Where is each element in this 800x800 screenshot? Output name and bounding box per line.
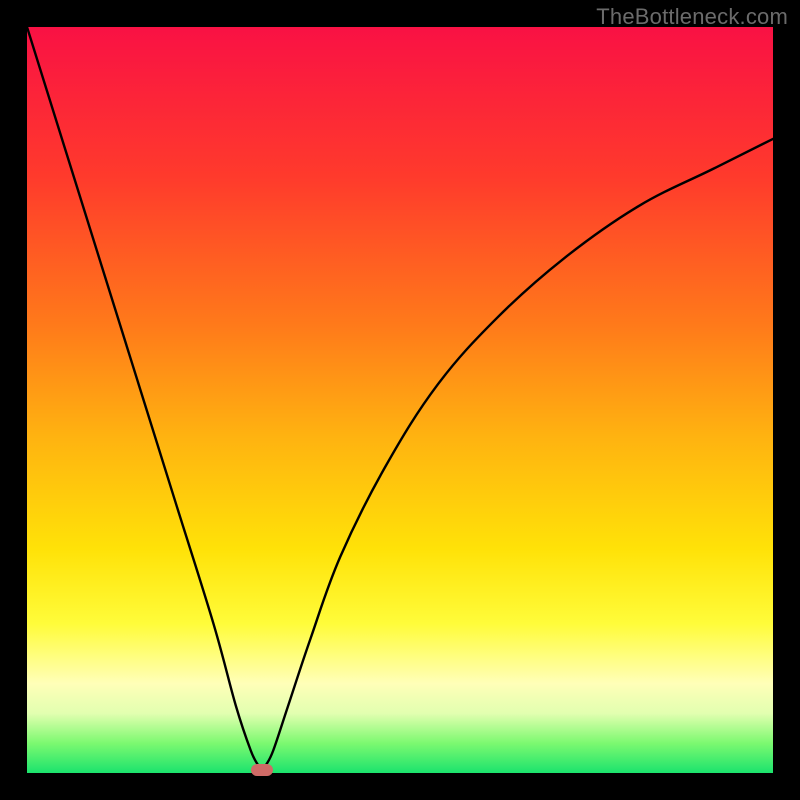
watermark-text: TheBottleneck.com [596, 4, 788, 30]
curve-svg [27, 27, 773, 773]
minimum-marker [251, 764, 273, 776]
plot-area [27, 27, 773, 773]
chart-frame: TheBottleneck.com [0, 0, 800, 800]
bottleneck-curve [27, 27, 773, 773]
